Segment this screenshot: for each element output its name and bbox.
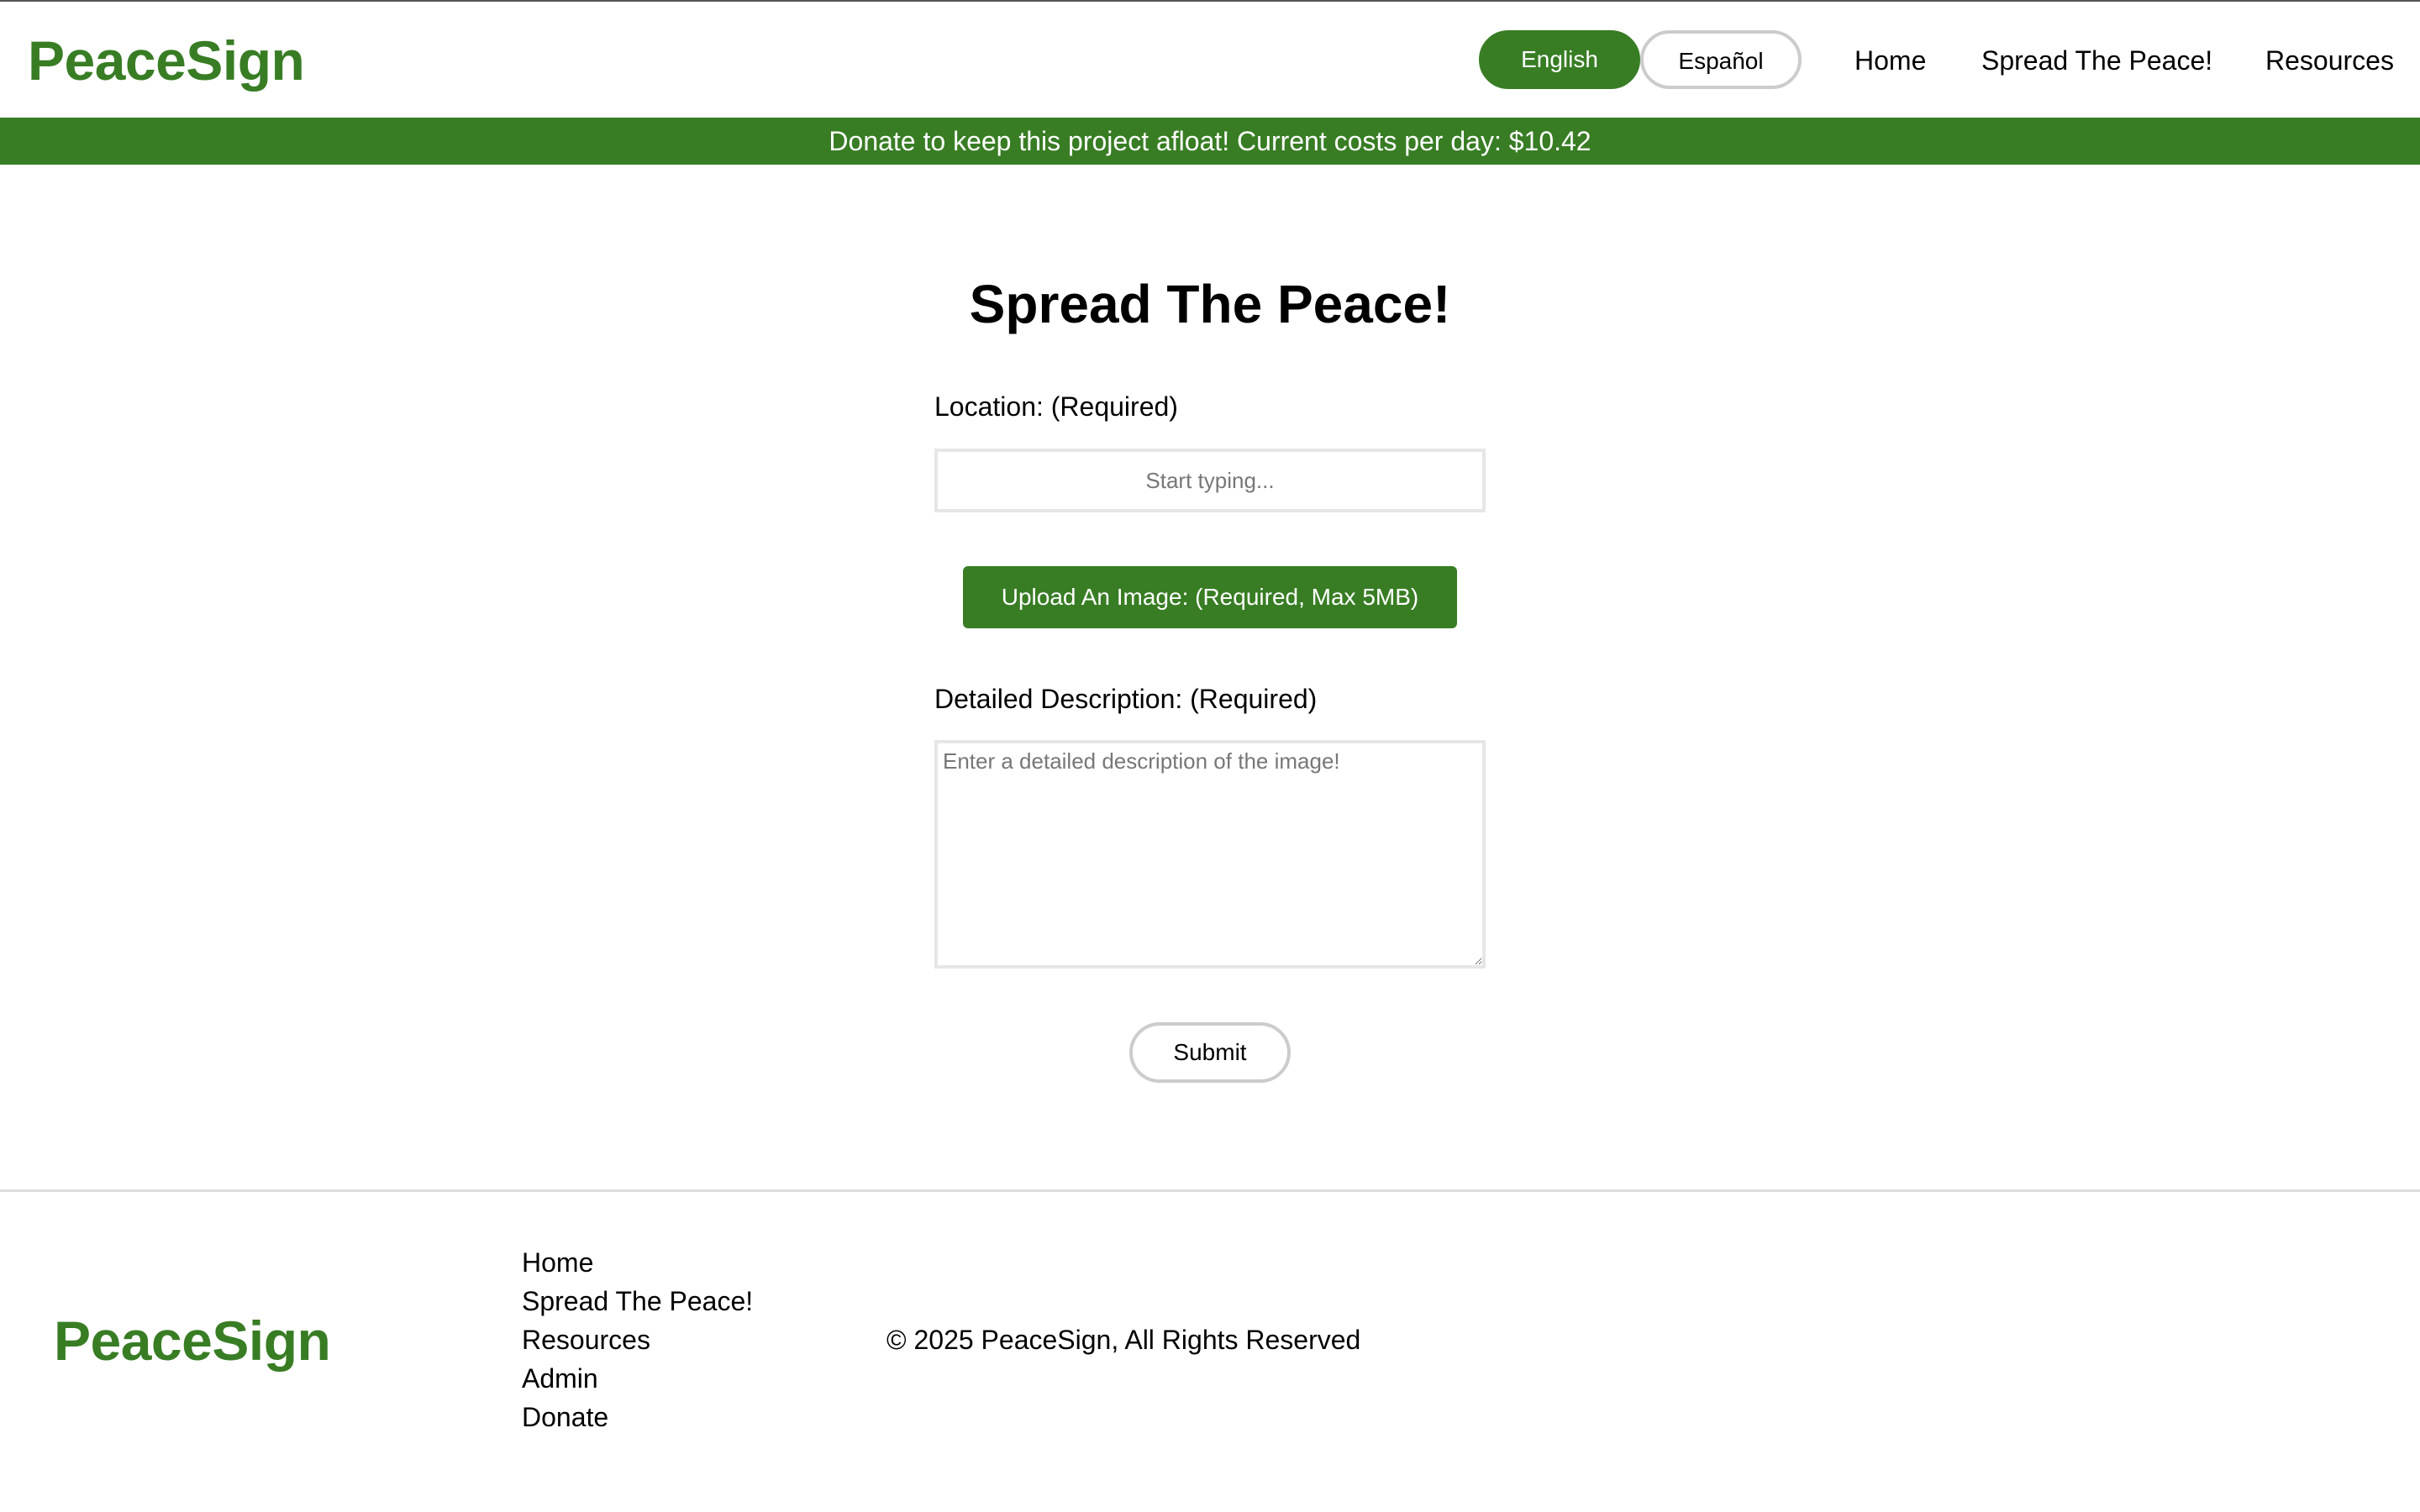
footer-logo[interactable]: PeaceSign [54,1307,331,1374]
description-label: Detailed Description: (Required) [934,684,1318,714]
nav-resources-link[interactable]: Resources [2265,42,2394,79]
location-input[interactable] [934,449,1486,512]
upload-image-button[interactable]: Upload An Image: (Required, Max 5MB) [963,566,1457,628]
footer-link-spread-the-peace[interactable]: Spread The Peace! [522,1282,753,1320]
english-language-button[interactable]: English [1479,30,1640,89]
nav-spread-the-peace-link[interactable]: Spread The Peace! [1981,42,2212,79]
footer-link-home[interactable]: Home [522,1243,753,1282]
site-header: PeaceSign English Español Home Spread Th… [0,0,2420,118]
nav-home-link[interactable]: Home [1854,42,1926,79]
copyright-text: © 2025 PeaceSign, All Rights Reserved [886,1325,1361,1355]
footer-link-donate[interactable]: Donate [522,1398,753,1436]
spanish-language-button[interactable]: Español [1640,30,1802,89]
footer-link-resources[interactable]: Resources [522,1320,753,1359]
page: PeaceSign English Español Home Spread Th… [0,0,2420,1512]
donate-banner[interactable]: Donate to keep this project afloat! Curr… [0,118,2420,165]
footer-divider [0,1189,2420,1192]
footer-link-admin[interactable]: Admin [522,1359,753,1398]
site-logo[interactable]: PeaceSign [28,27,305,94]
page-title: Spread The Peace! [969,274,1451,334]
description-textarea[interactable] [934,740,1486,969]
submit-button[interactable]: Submit [1129,1022,1291,1083]
footer-links: Home Spread The Peace! Resources Admin D… [522,1243,753,1436]
location-label: Location: (Required) [934,391,1178,422]
